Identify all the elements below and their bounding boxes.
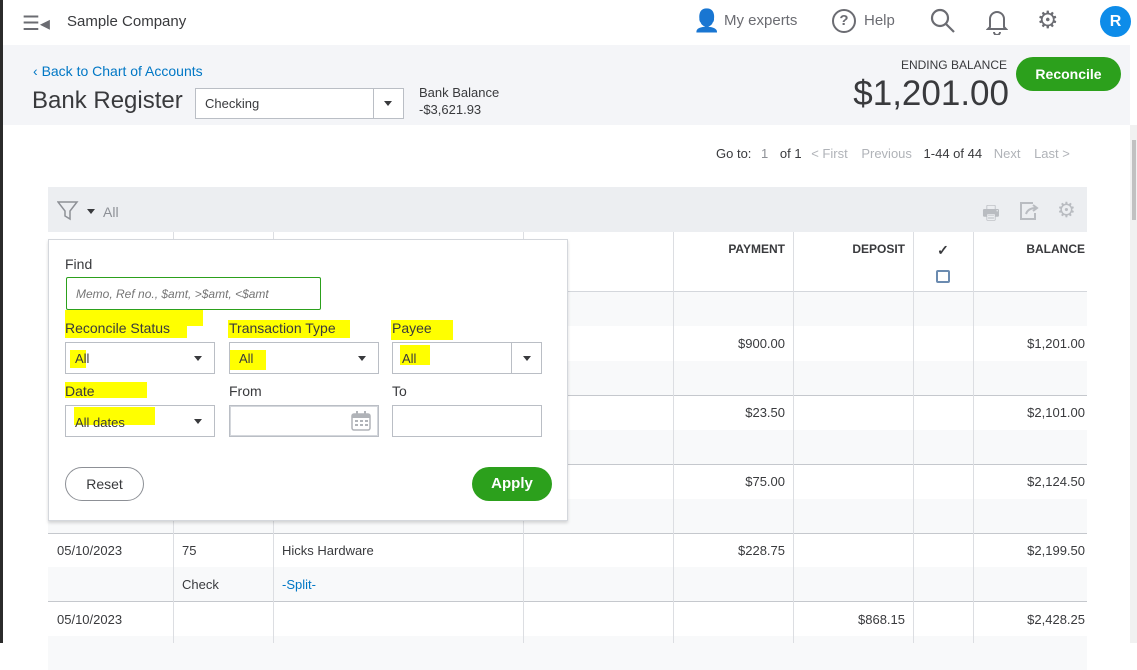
- chevron-down-icon: [194, 356, 202, 361]
- page-input[interactable]: 1: [761, 146, 768, 161]
- bell-icon[interactable]: [986, 8, 1008, 35]
- print-icon[interactable]: 🖶: [982, 199, 1000, 231]
- collapse-rows-icon[interactable]: [936, 270, 950, 283]
- payment-cell: $900.00: [738, 336, 785, 351]
- table-toolbar: [48, 187, 1087, 232]
- chevron-down-icon: [358, 356, 366, 361]
- last-page-link[interactable]: Last >: [1034, 146, 1070, 161]
- record-range: 1-44 of 44: [923, 146, 983, 161]
- menu-toggle-icon[interactable]: ☰◂: [22, 11, 50, 36]
- column-header-reconciled[interactable]: ✓: [913, 242, 973, 259]
- find-input[interactable]: [66, 277, 321, 310]
- filter-icon[interactable]: [57, 201, 79, 221]
- company-name: Sample Company: [67, 13, 187, 30]
- transaction-type-label: Transaction Type: [229, 320, 336, 336]
- ending-balance-label: ENDING BALANCE: [900, 58, 1007, 72]
- payee-select[interactable]: All: [392, 342, 542, 374]
- bank-balance-label: Bank Balance: [419, 85, 500, 100]
- pagination: Go to: 1 of 1 < First Previous 1-44 of 4…: [716, 146, 1070, 161]
- ref-cell: 75: [182, 543, 197, 558]
- page-title: Bank Register: [32, 87, 183, 114]
- from-label: From: [229, 383, 262, 399]
- account-select[interactable]: Checking: [195, 88, 404, 119]
- chevron-down-icon: [523, 356, 531, 361]
- reconcile-status-select[interactable]: All: [65, 342, 215, 374]
- date-label: Date: [65, 383, 95, 399]
- apply-button[interactable]: Apply: [472, 467, 552, 501]
- balance-cell: $2,101.00: [1027, 405, 1085, 420]
- experts-icon[interactable]: 👤: [693, 8, 720, 34]
- gear-icon[interactable]: ⚙: [1037, 6, 1059, 35]
- transaction-type-value: All: [239, 351, 254, 366]
- type-cell: Check: [182, 577, 219, 592]
- payment-cell: $75.00: [745, 474, 785, 489]
- column-header-balance[interactable]: BALANCE: [973, 242, 1085, 256]
- date-select[interactable]: All dates: [65, 405, 215, 437]
- split-link[interactable]: -Split-: [282, 577, 316, 592]
- date-value: All dates: [75, 415, 125, 430]
- to-label: To: [392, 383, 407, 399]
- my-experts-link[interactable]: My experts: [724, 12, 797, 29]
- balance-cell: $2,428.25: [1027, 612, 1085, 627]
- previous-page-link[interactable]: Previous: [861, 146, 912, 161]
- transaction-type-select[interactable]: All: [229, 342, 379, 374]
- reconcile-status-value: All: [75, 351, 90, 366]
- chevron-down-icon: [384, 101, 392, 106]
- payment-cell: $228.75: [738, 543, 785, 558]
- account-value: Checking: [205, 96, 260, 111]
- balance-cell: $2,124.50: [1027, 474, 1085, 489]
- payee-cell: Hicks Hardware: [282, 543, 374, 558]
- reset-button[interactable]: Reset: [65, 467, 144, 501]
- bank-balance-value: -$3,621.93: [419, 102, 482, 117]
- filter-popover: Find Reconcile Status Transaction Type P…: [48, 239, 568, 521]
- first-page-link[interactable]: < First: [811, 146, 847, 161]
- date-cell: 05/10/2023: [57, 612, 123, 627]
- payee-label: Payee: [392, 320, 432, 336]
- avatar[interactable]: R: [1100, 6, 1131, 37]
- back-link-label: Back to Chart of Accounts: [41, 63, 203, 79]
- deposit-cell: $868.15: [858, 612, 905, 627]
- calendar-icon[interactable]: [351, 410, 371, 432]
- balance-cell: $1,201.00: [1027, 336, 1085, 351]
- scrollbar-thumb[interactable]: [1132, 140, 1136, 220]
- search-icon[interactable]: [930, 8, 956, 34]
- filter-summary: All: [103, 204, 119, 220]
- date-cell: 05/10/2023: [57, 543, 123, 558]
- to-date-input[interactable]: [392, 405, 542, 437]
- export-icon[interactable]: [1019, 201, 1041, 221]
- next-page-link[interactable]: Next: [994, 146, 1021, 161]
- help-icon[interactable]: ?: [832, 9, 856, 33]
- filter-dropdown-icon[interactable]: [87, 209, 95, 214]
- column-header-deposit[interactable]: DEPOSIT: [793, 242, 905, 256]
- page-count: of 1: [779, 146, 802, 161]
- column-header-payment[interactable]: PAYMENT: [673, 242, 785, 256]
- table-settings-icon[interactable]: ⚙: [1057, 198, 1076, 223]
- payment-cell: $23.50: [745, 405, 785, 420]
- ending-balance-value: $1,201.00: [853, 74, 1009, 113]
- from-date-input[interactable]: [229, 405, 379, 437]
- help-link[interactable]: Help: [864, 12, 895, 29]
- goto-label: Go to:: [716, 146, 752, 161]
- back-link[interactable]: ‹ Back to Chart of Accounts: [33, 63, 203, 79]
- chevron-down-icon: [194, 419, 202, 424]
- reconcile-status-label: Reconcile Status: [65, 320, 171, 336]
- chevron-left-icon: ‹: [33, 63, 42, 79]
- find-label: Find: [65, 256, 93, 272]
- balance-cell: $2,199.50: [1027, 543, 1085, 558]
- payee-value: All: [402, 351, 417, 366]
- reconcile-button[interactable]: Reconcile: [1016, 57, 1121, 91]
